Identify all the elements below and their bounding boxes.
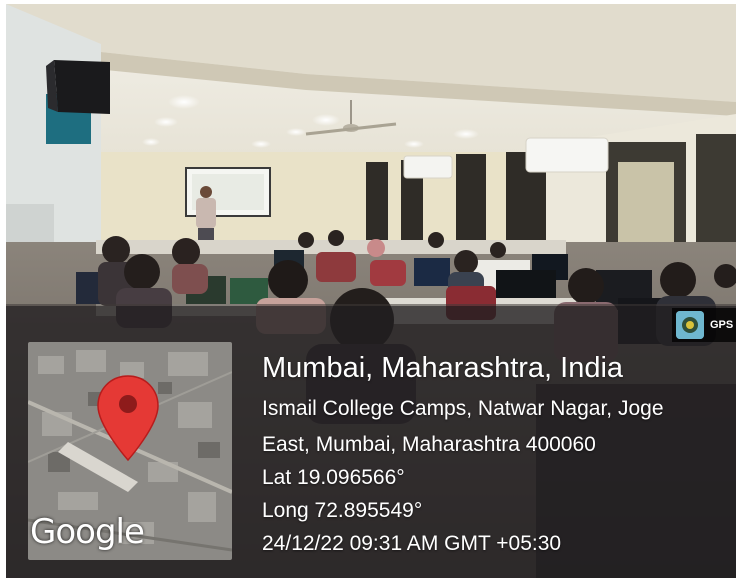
longitude: Long 72.895549° xyxy=(262,499,423,522)
map-provider-logo: Google xyxy=(30,512,145,552)
gps-label: GPS xyxy=(710,319,734,331)
address-line-2: East, Mumbai, Maharashtra 400060 xyxy=(262,433,596,456)
gps-camera-app-icon xyxy=(676,311,704,339)
address-line-1: Ismail College Camps, Natwar Nagar, Joge xyxy=(262,397,664,420)
geotagged-photo: Google GPS Mumbai, Maharashtra, India Is… xyxy=(6,4,736,578)
location-city: Mumbai, Maharashtra, India xyxy=(262,352,624,384)
speaker-icon xyxy=(46,60,110,114)
gps-badge: GPS xyxy=(672,308,736,342)
timestamp: 24/12/22 09:31 AM GMT +05:30 xyxy=(262,532,562,555)
latitude: Lat 19.096566° xyxy=(262,466,405,489)
